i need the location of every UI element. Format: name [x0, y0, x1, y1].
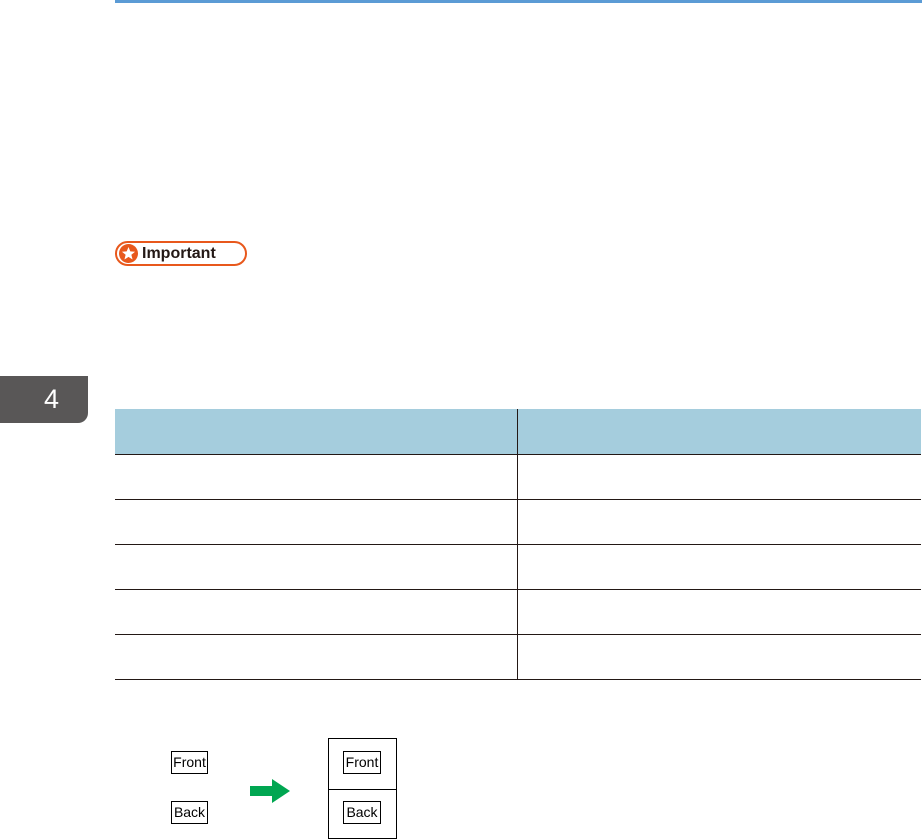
table-header-row: [115, 409, 921, 455]
original-back-sheet: Back: [171, 801, 208, 824]
chapter-tab: 4: [0, 376, 88, 423]
table-cell: [517, 634, 921, 680]
important-label: Important: [142, 245, 216, 262]
table-row: [115, 589, 921, 635]
table-header-cell: [115, 409, 518, 455]
table-cell: [517, 499, 921, 545]
important-badge: Important: [115, 241, 247, 266]
table-cell: [517, 589, 921, 635]
table-header-cell: [517, 409, 921, 455]
star-icon: [119, 244, 138, 263]
chapter-number: 4: [44, 384, 60, 414]
result-front-sheet: Front: [343, 751, 381, 774]
table-row: [115, 454, 921, 500]
green-right-arrow-icon: [250, 779, 290, 803]
top-rule: [115, 0, 922, 3]
table-row: [115, 499, 921, 545]
original-front-sheet: Front: [171, 751, 208, 774]
table-cell: [115, 544, 518, 590]
table-cell: [115, 589, 518, 635]
table-row: [115, 544, 921, 590]
data-table: [115, 409, 921, 680]
table-cell: [517, 544, 921, 590]
table-cell: [517, 454, 921, 500]
table-cell: [115, 499, 518, 545]
table-cell: [115, 454, 518, 500]
result-divider: [329, 789, 396, 790]
table-cell: [115, 634, 518, 680]
result-back-sheet: Back: [343, 801, 381, 824]
table-row: [115, 634, 921, 680]
